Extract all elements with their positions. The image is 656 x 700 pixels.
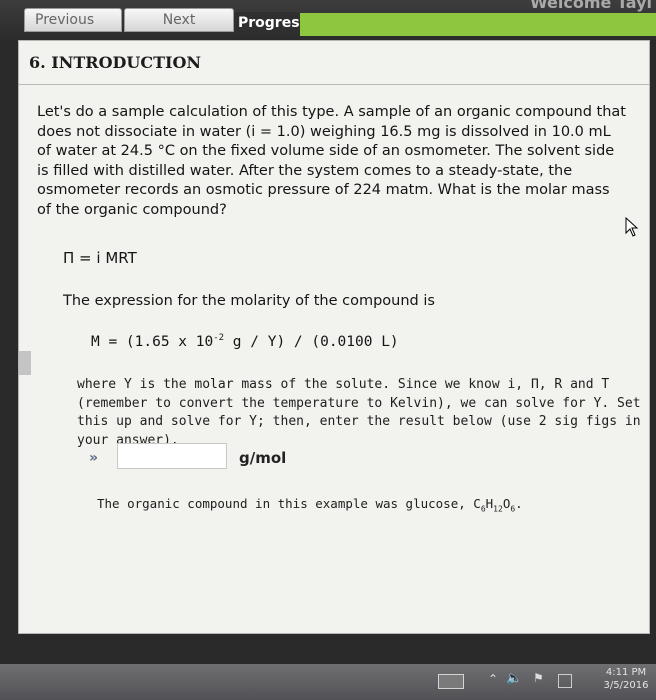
- molarity-formula-left: M = (1.65 x 10: [91, 334, 214, 350]
- top-navigation-bar: Welcome Tayl Previous Next Progress: [0, 0, 656, 40]
- note-end: .: [515, 496, 523, 511]
- keyboard-icon[interactable]: [438, 674, 464, 689]
- tray-chevron-icon[interactable]: ⌃: [488, 672, 498, 686]
- molarity-formula-exponent: -2: [213, 333, 225, 343]
- question-panel: 6. INTRODUCTION Let's do a sample calcul…: [18, 40, 650, 634]
- previous-tab[interactable]: Previous: [24, 8, 122, 32]
- progress-label: Progress: [234, 12, 308, 36]
- collapse-handle[interactable]: [19, 351, 31, 375]
- taskbar-clock[interactable]: 4:11 PM 3/5/2016: [596, 666, 656, 692]
- note-prefix: The organic compound in this example was…: [97, 496, 481, 511]
- next-tab[interactable]: Next: [124, 8, 234, 32]
- action-center-flag-icon[interactable]: ⚑: [533, 671, 544, 685]
- answer-input[interactable]: [117, 443, 227, 469]
- instructions-text: where Y is the molar mass of the solute.…: [77, 377, 641, 448]
- title-divider: [19, 84, 649, 85]
- molarity-label: The expression for the molarity of the c…: [63, 293, 435, 309]
- notification-icon[interactable]: [558, 674, 572, 688]
- progress-bar: [300, 13, 656, 36]
- molarity-formula-right: g / Y) / (0.0100 L): [224, 334, 399, 350]
- note-sub-h: 12: [493, 504, 503, 514]
- clock-time: 4:11 PM: [605, 667, 647, 678]
- mouse-cursor-icon: [625, 217, 639, 237]
- molarity-formula: M = (1.65 x 10-2 g / Y) / (0.0100 L): [91, 333, 399, 350]
- welcome-text: Welcome Tayl: [529, 0, 652, 12]
- clock-date: 3/5/2016: [603, 680, 649, 691]
- volume-icon[interactable]: 🔈: [506, 671, 522, 686]
- glucose-note: The organic compound in this example was…: [97, 496, 523, 514]
- question-title: 6. INTRODUCTION: [29, 53, 202, 72]
- osmotic-pressure-formula: Π = i MRT: [63, 249, 137, 267]
- answer-arrow-icon: »: [89, 450, 98, 466]
- answer-unit: g/mol: [239, 449, 287, 467]
- intro-text: Let's do a sample calculation of this ty…: [37, 104, 626, 218]
